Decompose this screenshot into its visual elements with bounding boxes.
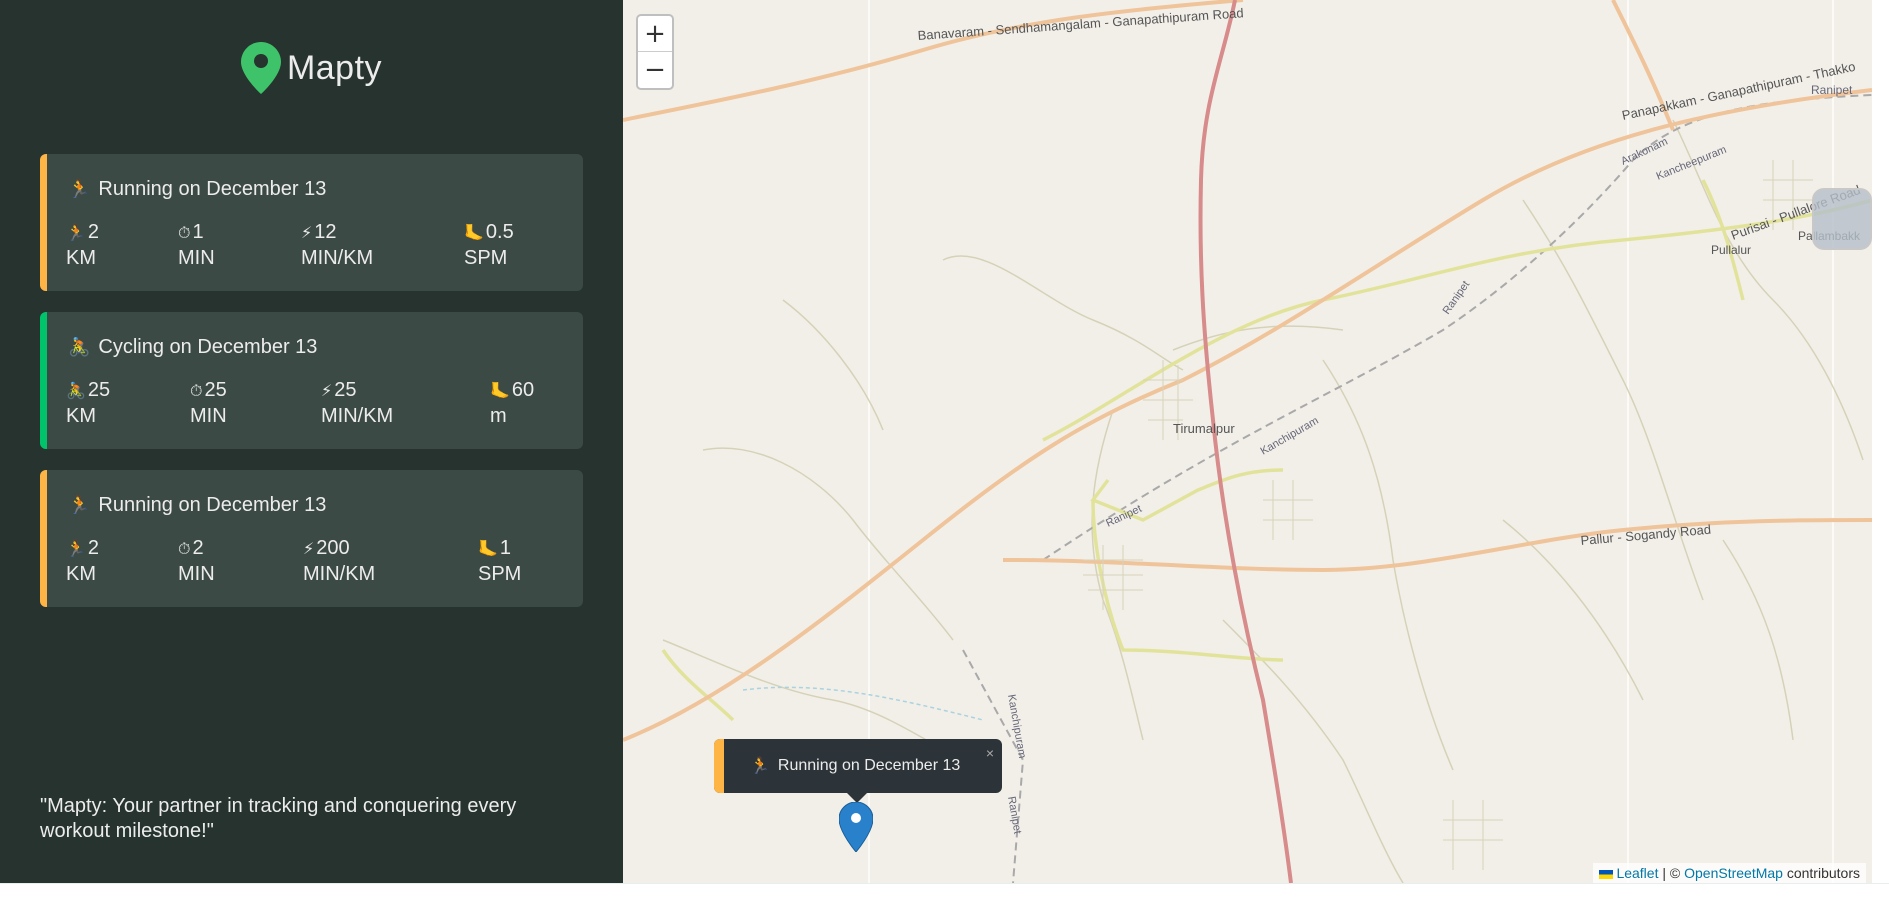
attribution-separator: | ©	[1658, 865, 1685, 881]
duration-value: 25	[204, 379, 227, 401]
distance-value: 2	[87, 221, 100, 243]
distance-value: 25	[87, 379, 111, 401]
workout-title: 🏃 Running on December 13	[68, 490, 557, 520]
distance-detail: 🚴 25 KM	[66, 378, 110, 428]
running-icon: 🏃	[68, 494, 91, 515]
elevation-detail: 🦶 60 m	[490, 378, 534, 428]
cycling-icon: 🚴	[68, 336, 91, 357]
running-icon: 🏃	[66, 541, 86, 558]
duration-detail: ⏱ 1 MIN	[178, 220, 215, 270]
map-pin-icon	[240, 42, 281, 94]
map-attribution: Leaflet | © OpenStreetMap contributors	[1592, 863, 1866, 883]
zoom-control: + −	[636, 14, 674, 90]
foot-icon: 🦶	[490, 383, 510, 400]
running-icon: 🏃	[750, 758, 770, 775]
sidebar: Mapty 🏃 Running on December 13 🏃 2 KM ⏱ 1	[0, 0, 623, 883]
pace-unit: MIN/KM	[321, 405, 394, 427]
tagline-quote: "Mapty: Your partner in tracking and con…	[40, 795, 517, 842]
workout-details: 🏃 2 KM ⏱ 2 MIN ⚡ 200 MIN/KM 🦶 1 SPM	[66, 536, 557, 586]
map-overlay-tool[interactable]	[1812, 188, 1872, 250]
workout-type-bar	[40, 312, 47, 449]
cadence-unit: SPM	[464, 247, 508, 269]
cadence-detail: 🦶 0.5 SPM	[464, 220, 514, 270]
running-icon: 🏃	[66, 225, 86, 242]
pace-detail: ⚡ 12 MIN/KM	[301, 220, 373, 270]
duration-unit: MIN	[178, 563, 215, 585]
cadence-detail: 🦶 1 SPM	[478, 536, 521, 586]
distance-detail: 🏃 2 KM	[66, 220, 99, 270]
app-root: Mapty 🏃 Running on December 13 🏃 2 KM ⏱ 1	[0, 0, 1889, 883]
pace-value: 200	[316, 537, 350, 559]
workout-title: 🚴 Cycling on December 13	[68, 332, 557, 362]
logo-text: Mapty	[286, 48, 383, 87]
workout-popup[interactable]: 🏃 Running on December 13 ×	[714, 739, 1002, 803]
workout-title-text: Running on December 13	[98, 177, 327, 200]
ukraine-flag-icon	[1598, 869, 1613, 879]
duration-detail: ⏱ 25 MIN	[190, 378, 227, 428]
popup-type-bar	[714, 739, 724, 793]
workout-title-text: Running on December 13	[98, 493, 327, 516]
popup-close-button[interactable]: ×	[986, 745, 994, 761]
workout-item[interactable]: 🏃 Running on December 13 🏃 2 KM ⏱ 1 MIN ⚡ 1…	[40, 154, 583, 291]
distance-unit: KM	[66, 405, 96, 427]
cadence-value: 1	[499, 537, 512, 559]
map-label: Tirumalpur	[1173, 421, 1235, 436]
lightning-icon: ⚡	[303, 541, 315, 558]
distance-value: 2	[87, 537, 100, 559]
map-label: Ranipet	[1811, 83, 1853, 97]
stopwatch-icon: ⏱	[178, 225, 191, 242]
lightning-icon: ⚡	[301, 225, 313, 242]
pace-detail: ⚡ 25 MIN/KM	[321, 378, 393, 428]
map-marker-icon[interactable]	[839, 802, 873, 852]
workout-details: 🏃 2 KM ⏱ 1 MIN ⚡ 12 MIN/KM 🦶 0.5 SPM	[66, 220, 557, 270]
osm-link[interactable]: OpenStreetMap	[1684, 865, 1783, 881]
attribution-suffix: contributors	[1782, 865, 1860, 881]
workout-title-text: Cycling on December 13	[98, 335, 318, 358]
distance-detail: 🏃 2 KM	[66, 536, 99, 586]
workout-type-bar	[40, 470, 47, 607]
duration-detail: ⏱ 2 MIN	[178, 536, 215, 586]
pace-value: 12	[314, 221, 337, 243]
distance-unit: KM	[66, 247, 96, 269]
duration-value: 2	[192, 537, 204, 559]
workout-title: 🏃 Running on December 13	[68, 174, 557, 204]
pace-unit: MIN/KM	[301, 247, 374, 269]
map-label: Pullalur	[1711, 243, 1751, 257]
workout-list: 🏃 Running on December 13 🏃 2 KM ⏱ 1 MIN ⚡ 1…	[40, 154, 583, 628]
stopwatch-icon: ⏱	[178, 541, 191, 558]
duration-value: 1	[192, 221, 204, 243]
zoom-out-button[interactable]: −	[638, 52, 672, 88]
cycling-icon: 🚴	[66, 383, 86, 400]
zoom-in-button[interactable]: +	[638, 16, 672, 52]
pace-value: 25	[334, 379, 357, 401]
pace-detail: ⚡ 200 MIN/KM	[303, 536, 375, 586]
popup-text: Running on December 13	[777, 757, 961, 774]
map[interactable]: Banavaram - Sendhamangalam - Ganapathipu…	[623, 0, 1872, 883]
logo: Mapty	[0, 42, 623, 94]
duration-unit: MIN	[178, 247, 215, 269]
foot-icon: 🦶	[478, 541, 498, 558]
pace-unit: MIN/KM	[303, 563, 376, 585]
workout-type-bar	[40, 154, 47, 291]
duration-unit: MIN	[190, 405, 227, 427]
running-icon: 🏃	[68, 178, 91, 199]
page-bottom-strip	[0, 883, 1889, 905]
foot-icon: 🦶	[464, 225, 484, 242]
workout-item[interactable]: 🚴 Cycling on December 13 🚴 25 KM ⏱ 25 MIN …	[40, 312, 583, 449]
stopwatch-icon: ⏱	[190, 383, 203, 400]
workout-details: 🚴 25 KM ⏱ 25 MIN ⚡ 25 MIN/KM 🦶 60 m	[66, 378, 557, 428]
cadence-value: 0.5	[485, 221, 514, 243]
distance-unit: KM	[66, 563, 96, 585]
elevation-unit: m	[490, 405, 507, 427]
cadence-unit: SPM	[478, 563, 522, 585]
leaflet-link[interactable]: Leaflet	[1616, 865, 1658, 881]
lightning-icon: ⚡	[321, 383, 333, 400]
elevation-value: 60	[511, 379, 535, 401]
workout-item[interactable]: 🏃 Running on December 13 🏃 2 KM ⏱ 2 MIN ⚡ 2…	[40, 470, 583, 607]
